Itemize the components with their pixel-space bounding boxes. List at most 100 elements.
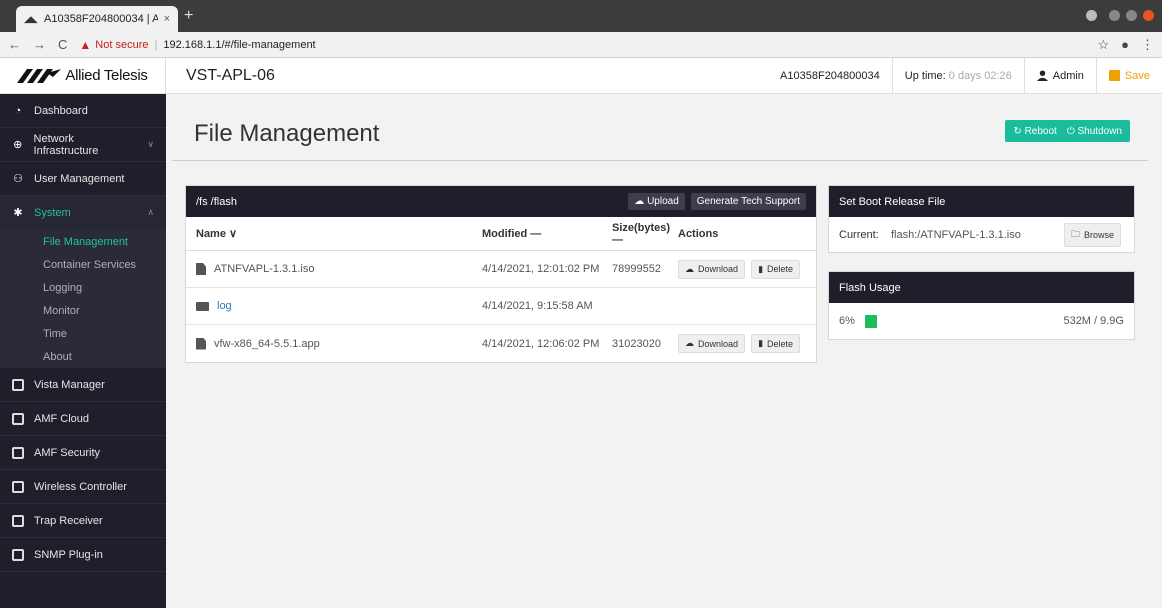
submenu-item-file-management[interactable]: File Management [0, 230, 166, 253]
current-label: Current: [839, 229, 879, 241]
sidebar-item-vista-manager[interactable]: Vista Manager [0, 368, 166, 402]
file-table-header: Name ∨ Modified — Size(bytes) — Actions [186, 217, 816, 251]
power-actions: ↻ Reboot ⏻ Shutdown [1005, 120, 1130, 142]
sidebar-item-network-infrastructure[interactable]: ⊕ Network Infrastructure ∨ [0, 128, 166, 162]
sidebar-item-label: Dashboard [34, 104, 88, 117]
sidebar-item-snmp-plugin[interactable]: SNMP Plug-in [0, 538, 166, 572]
sidebar-item-system[interactable]: ✱ System ∧ [0, 196, 166, 230]
sidebar-item-label: Vista Manager [34, 378, 105, 391]
sidebar-item-label: Wireless Controller [34, 480, 127, 493]
browser-menu-icon[interactable] [1086, 10, 1097, 21]
window-icon [12, 514, 24, 527]
allied-telesis-logo[interactable]: Allied Telesis [0, 57, 166, 94]
download-button[interactable]: ☁ Download [678, 259, 746, 279]
account-icon[interactable]: ● [1121, 37, 1129, 52]
browse-button[interactable]: 🗀 Browse [1063, 223, 1121, 247]
file-modified: 4/14/2021, 12:01:02 PM [482, 263, 600, 275]
upload-label: Upload [647, 196, 679, 207]
sidebar-item-amf-security[interactable]: AMF Security [0, 436, 166, 470]
browser-tab[interactable]: ◢◣ A10358F204800034 | Allie × [16, 6, 178, 32]
brand-name: Allied Telesis [65, 67, 148, 84]
window-icon [12, 548, 24, 561]
device-name: VST-APL-06 [186, 66, 275, 84]
maximize-icon[interactable] [1126, 10, 1137, 21]
column-size-sort: — [612, 233, 623, 246]
back-button[interactable]: ← [8, 37, 21, 52]
submenu-item-about[interactable]: About [0, 345, 166, 368]
file-modified: 4/14/2021, 12:06:02 PM [482, 337, 600, 350]
save-label: Save [1124, 69, 1150, 82]
sidebar-item-dashboard[interactable]: ◔ Dashboard [0, 94, 166, 128]
user-menu[interactable]: Admin [1023, 57, 1096, 94]
file-icon [196, 337, 206, 350]
shutdown-button[interactable]: ⏻ Shutdown [1067, 126, 1122, 137]
bookmark-star-icon[interactable]: ☆ [1097, 37, 1109, 53]
download-label: Download [698, 264, 739, 274]
current-boot-file: flash:/ATNFVAPL-1.3.1.iso [891, 229, 1021, 241]
submenu-item-monitor[interactable]: Monitor [0, 299, 166, 322]
chevron-down-icon: ∨ [147, 139, 154, 149]
column-modified[interactable]: Modified — [482, 228, 612, 240]
sidebar-item-amf-cloud[interactable]: AMF Cloud [0, 402, 166, 436]
generate-tech-support-button[interactable]: Generate Tech Support [690, 193, 806, 210]
sidebar-item-user-management[interactable]: ⚇ User Management [0, 162, 166, 196]
table-row: ATNFVAPL-1.3.1.iso 4/14/2021, 12:01:02 P… [186, 251, 816, 288]
delete-label: Delete [767, 264, 794, 274]
sidebar: ◔ Dashboard ⊕ Network Infrastructure ∨ ⚇… [0, 94, 166, 608]
save-icon [1108, 70, 1120, 81]
column-actions: Actions [678, 227, 719, 240]
reboot-button[interactable]: ↻ Reboot [1013, 126, 1056, 137]
trash-icon: ▮ [758, 263, 764, 274]
sidebar-item-label: AMF Cloud [34, 412, 90, 425]
close-tab-icon[interactable]: × [164, 13, 170, 25]
download-button[interactable]: ☁ Download [678, 334, 746, 353]
new-tab-button[interactable]: + [184, 8, 193, 24]
chevron-up-icon: ∧ [147, 207, 154, 217]
submenu-item-container-services[interactable]: Container Services [0, 253, 166, 276]
folder-icon [196, 301, 209, 311]
allied-telesis-logo-icon [17, 68, 62, 83]
window-icon [12, 412, 24, 425]
delete-label: Delete [767, 338, 794, 349]
uptime: Up time: 0 days 02:26 [891, 57, 1024, 94]
forward-button[interactable]: → [33, 37, 46, 52]
boot-release-panel: Set Boot Release File Current: flash:/AT… [828, 185, 1135, 253]
uptime-value: 0 days 02:26 [948, 69, 1012, 82]
delete-button[interactable]: ▮ Delete [751, 259, 801, 279]
cloud-upload-icon: ☁ [634, 196, 648, 207]
column-size-label: Size(bytes) [612, 221, 671, 234]
reboot-icon: ↻ [1013, 125, 1025, 137]
warning-icon: ▲ [79, 37, 92, 52]
system-submenu: File Management Container Services Loggi… [0, 230, 166, 368]
submenu-item-time[interactable]: Time [0, 322, 166, 345]
browse-label: Browse [1083, 230, 1114, 240]
users-icon: ⚇ [13, 173, 23, 185]
file-size: 31023020 [612, 337, 661, 350]
delete-button[interactable]: ▮ Delete [751, 334, 801, 353]
user-icon [1036, 70, 1048, 81]
sidebar-item-wireless-controller[interactable]: Wireless Controller [0, 470, 166, 504]
file-panel-header: /fs /flash ☁ Upload Generate Tech Suppor… [186, 186, 816, 217]
sidebar-item-label: User Management [34, 172, 125, 185]
minimize-icon[interactable] [1109, 10, 1120, 21]
url-field[interactable]: ▲ Not secure | 192.168.1.1/#/file-manage… [79, 38, 315, 52]
sidebar-item-trap-receiver[interactable]: Trap Receiver [0, 504, 166, 538]
window-icon [12, 480, 24, 493]
address-bar: ← → C ▲ Not secure | 192.168.1.1/#/file-… [0, 32, 1162, 58]
folder-link[interactable]: log [217, 300, 232, 312]
column-name[interactable]: Name ∨ [186, 227, 482, 240]
browser-menu-button[interactable]: ⋮ [1141, 37, 1154, 53]
page-title: File Management [194, 120, 380, 147]
reload-button[interactable]: C [58, 37, 67, 52]
file-size: 78999552 [612, 263, 661, 275]
sidebar-item-label: AMF Security [34, 446, 101, 459]
file-name: vfw-x86_64-5.5.1.app [214, 337, 320, 350]
uptime-label: Up time: [904, 69, 946, 82]
upload-button[interactable]: ☁ Upload [628, 193, 685, 210]
app-header: Allied Telesis VST-APL-06 A10358F2048000… [0, 57, 1162, 94]
submenu-item-logging[interactable]: Logging [0, 276, 166, 299]
reboot-label: Reboot [1024, 125, 1057, 137]
close-window-icon[interactable] [1143, 10, 1154, 21]
save-button[interactable]: Save [1095, 57, 1162, 94]
column-size[interactable]: Size(bytes) — [612, 222, 678, 246]
